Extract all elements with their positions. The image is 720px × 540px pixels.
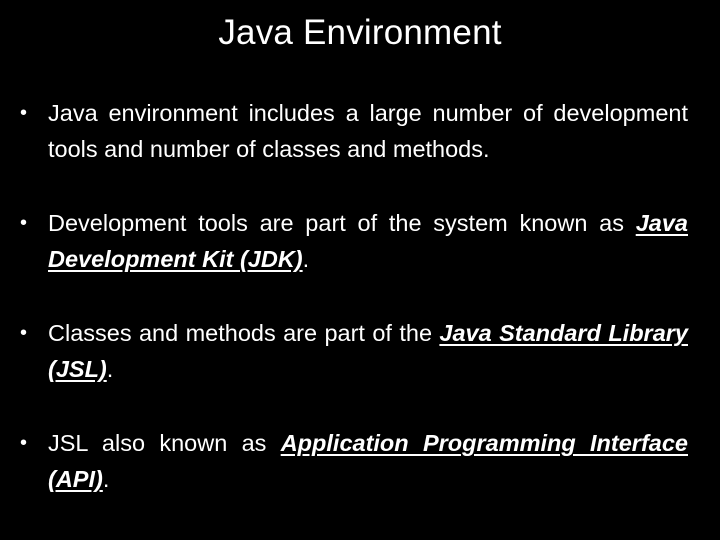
bullet-icon: • xyxy=(20,432,28,454)
bullet-list: • Java environment includes a large numb… xyxy=(20,95,688,535)
bullet-text-end: . xyxy=(302,246,310,272)
bullet-icon: • xyxy=(20,322,28,344)
slide-title: Java Environment xyxy=(218,13,502,52)
bullet-icon: • xyxy=(20,102,28,124)
slide: Java Environment • Java environment incl… xyxy=(0,0,720,540)
bullet-item-jsl: • Classes and methods are part of the Ja… xyxy=(20,315,688,387)
bullet-text-end: . xyxy=(106,356,114,382)
bullet-text: JSL also known as xyxy=(48,430,281,456)
bullet-item-api: • JSL also known as Application Programm… xyxy=(20,425,688,497)
bullet-item-jdk-overview: • Java environment includes a large numb… xyxy=(20,95,688,167)
bullet-text: Classes and methods are part of the xyxy=(48,320,440,346)
bullet-text: Java environment includes a large number… xyxy=(48,100,688,162)
bullet-item-jdk: • Development tools are part of the syst… xyxy=(20,205,688,277)
bullet-icon: • xyxy=(20,212,28,234)
bullet-text-end: . xyxy=(102,466,110,492)
bullet-text: Development tools are part of the system… xyxy=(48,210,636,236)
